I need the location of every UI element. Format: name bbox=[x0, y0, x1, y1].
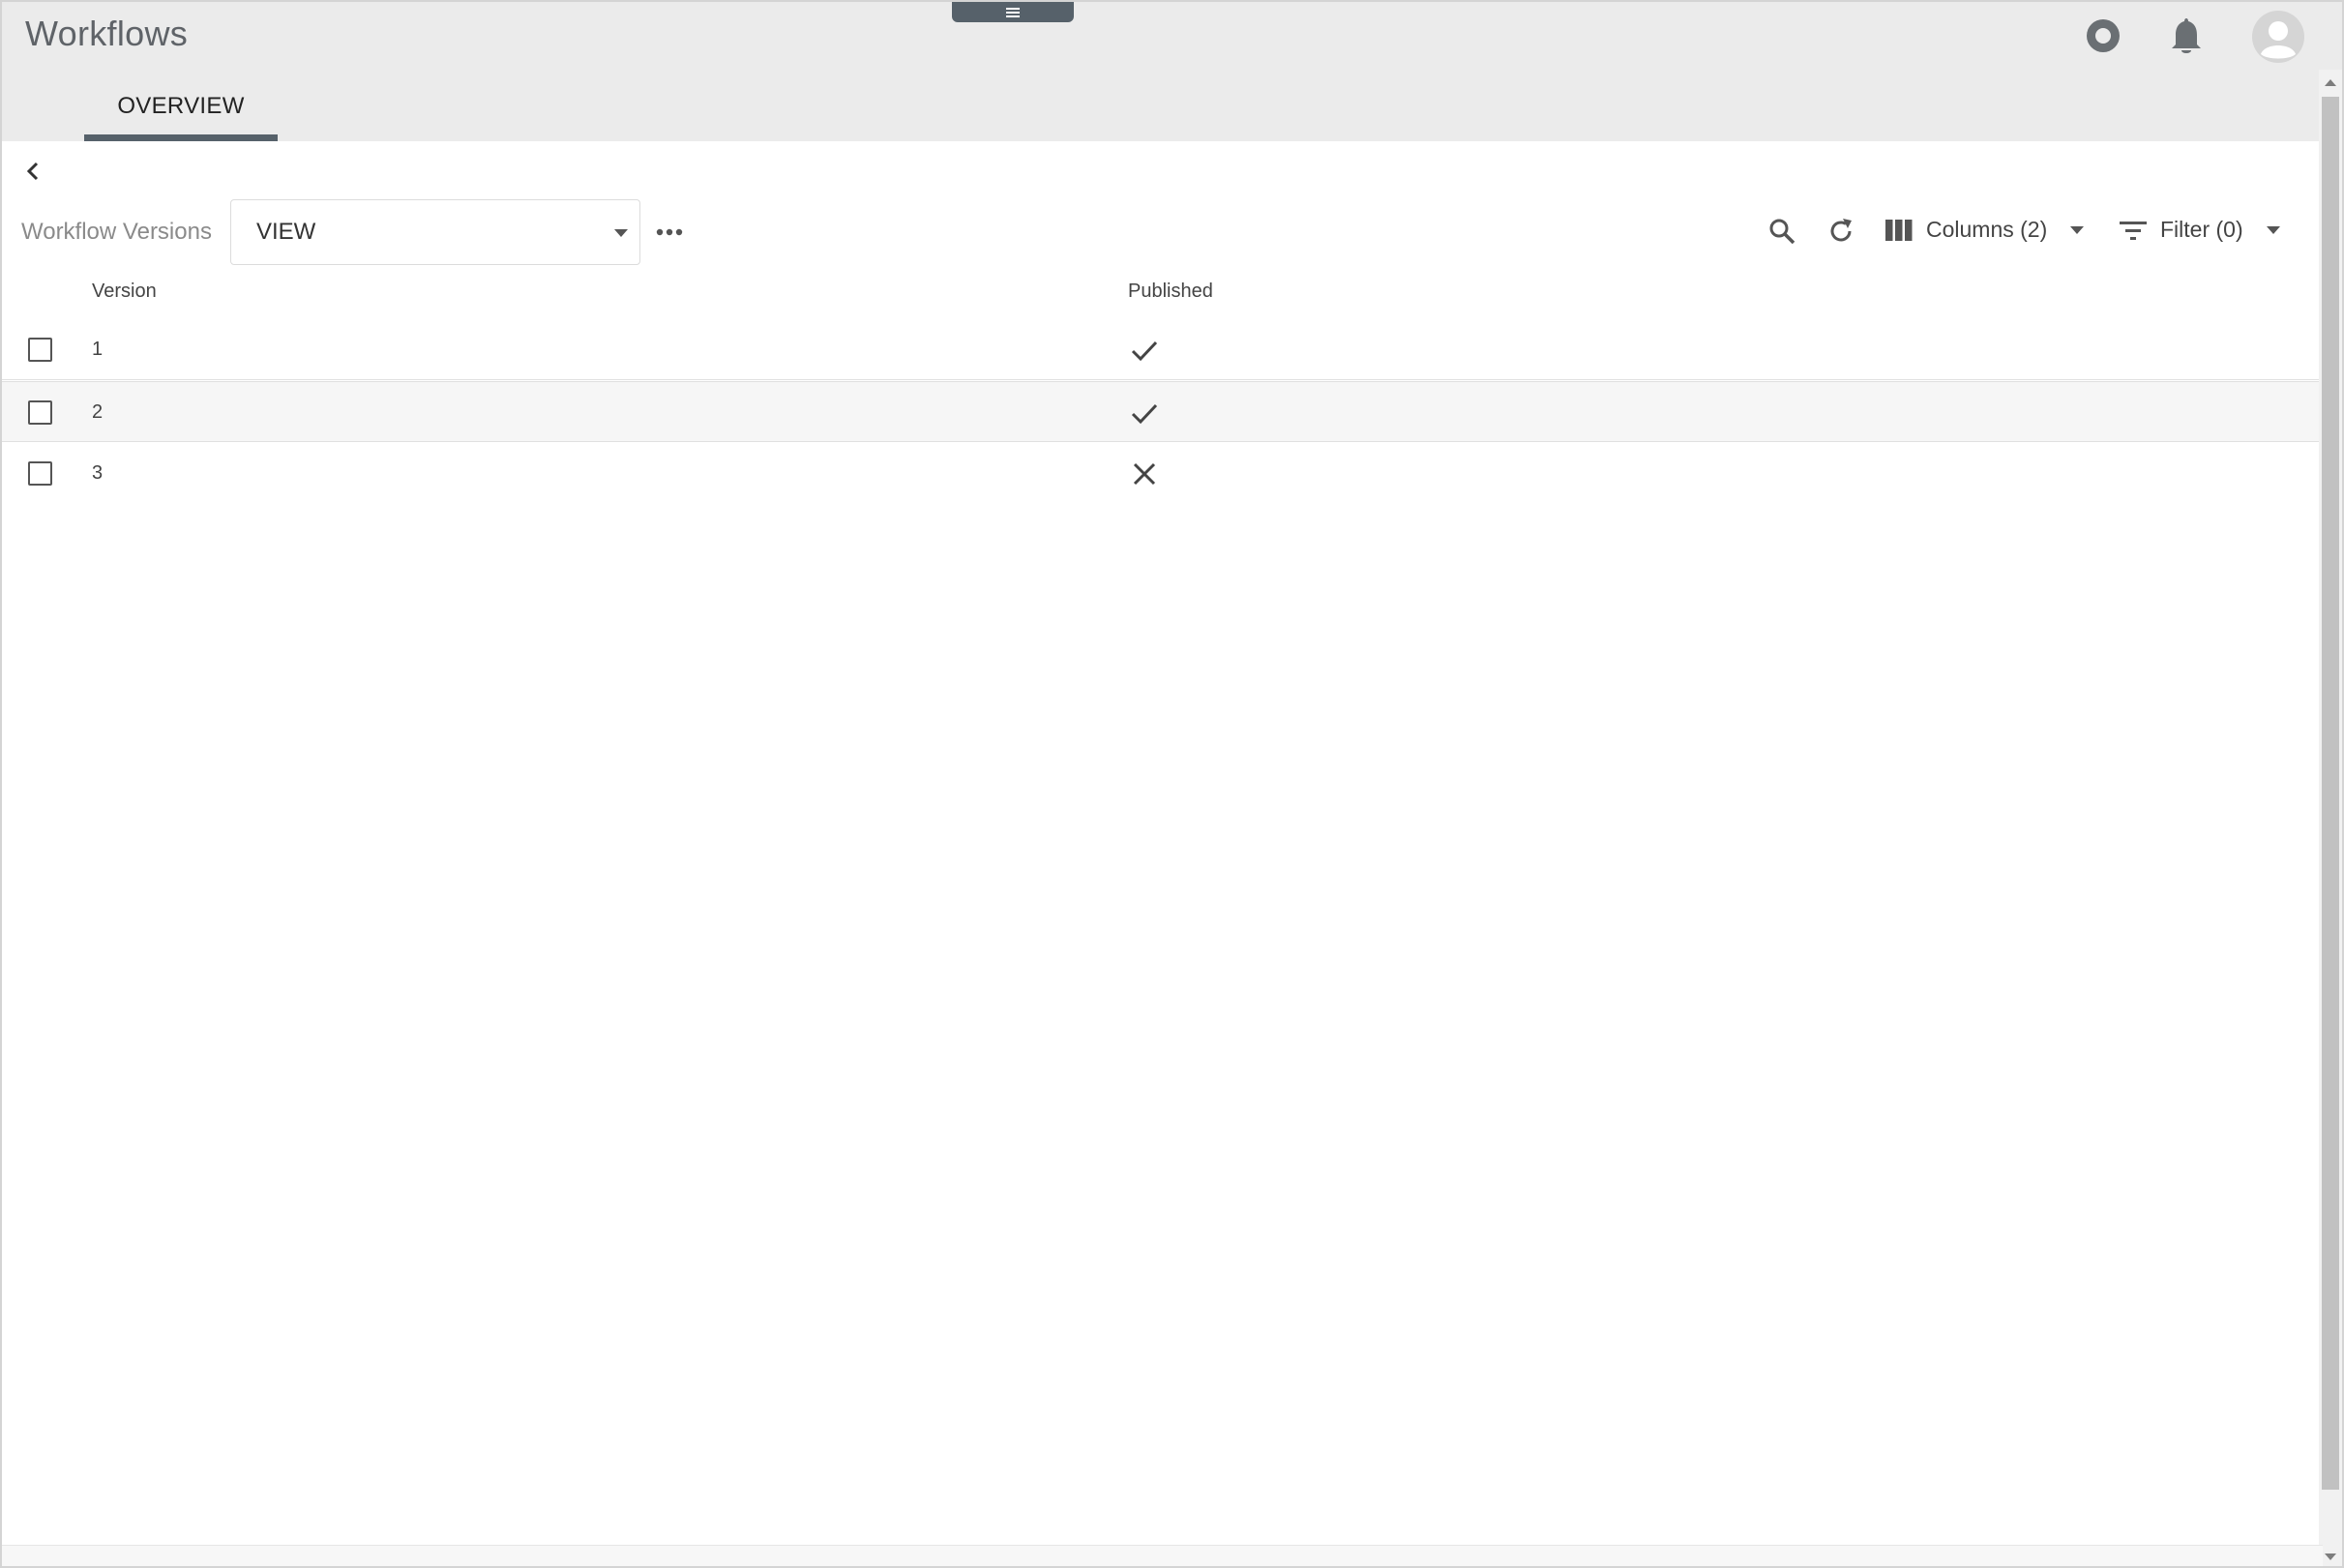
row-checkbox[interactable] bbox=[28, 338, 52, 362]
version-cell: 3 bbox=[92, 462, 104, 484]
bell-icon bbox=[2172, 18, 2201, 53]
app-window: Workflows OVERVIEW Workflow Versions VIE… bbox=[0, 0, 2344, 1568]
tab-overview-label: OVERVIEW bbox=[117, 93, 245, 119]
column-header-published[interactable]: Published bbox=[1128, 281, 1213, 303]
menu-handle[interactable] bbox=[952, 2, 1074, 22]
filter-icon bbox=[2120, 221, 2147, 240]
refresh-button[interactable] bbox=[1826, 217, 1855, 246]
app-header: Workflows OVERVIEW bbox=[2, 2, 2342, 141]
version-cell: 1 bbox=[92, 339, 104, 360]
view-select-value: VIEW bbox=[256, 219, 316, 245]
table-row[interactable]: 3 bbox=[2, 443, 2323, 504]
check-icon bbox=[1131, 340, 1158, 362]
scroll-down-icon[interactable] bbox=[2325, 1553, 2336, 1560]
row-checkbox[interactable] bbox=[28, 400, 52, 425]
record-icon bbox=[2087, 19, 2120, 52]
filter-label: Filter (0) bbox=[2160, 217, 2243, 242]
back-button[interactable] bbox=[21, 157, 45, 186]
user-avatar[interactable] bbox=[2251, 10, 2305, 64]
row-checkbox[interactable] bbox=[28, 461, 52, 486]
list-title: Workflow Versions bbox=[21, 219, 212, 245]
view-columns-icon bbox=[1885, 219, 1913, 241]
more-horizontal-icon bbox=[656, 228, 683, 236]
filter-button[interactable]: Filter (0) bbox=[2120, 217, 2280, 243]
column-header-version[interactable]: Version bbox=[92, 281, 157, 303]
chevron-left-icon bbox=[26, 162, 39, 181]
tab-active-indicator bbox=[84, 134, 278, 141]
notifications-button[interactable] bbox=[2168, 15, 2205, 56]
more-options-button[interactable] bbox=[656, 224, 683, 242]
close-icon bbox=[1133, 462, 1156, 486]
check-icon bbox=[1131, 403, 1158, 425]
table-row[interactable]: 1 bbox=[2, 319, 2323, 380]
record-button[interactable] bbox=[2085, 17, 2121, 54]
caret-down-icon bbox=[614, 229, 628, 237]
caret-down-icon bbox=[2070, 225, 2085, 234]
vertical-scrollbar[interactable] bbox=[2319, 70, 2342, 1566]
search-button[interactable] bbox=[1767, 217, 1796, 246]
search-icon bbox=[1769, 219, 1795, 245]
avatar-icon bbox=[2252, 11, 2304, 63]
tab-overview[interactable]: OVERVIEW bbox=[84, 81, 278, 141]
columns-label: Columns (2) bbox=[1926, 217, 2048, 242]
columns-button[interactable]: Columns (2) bbox=[1885, 217, 2085, 243]
version-cell: 2 bbox=[92, 401, 104, 423]
refresh-icon bbox=[1830, 219, 1852, 242]
app-title: Workflows bbox=[25, 14, 189, 53]
caret-down-icon bbox=[2266, 225, 2280, 234]
view-select[interactable]: VIEW bbox=[230, 199, 640, 265]
table-row[interactable]: 2 bbox=[2, 381, 2323, 442]
scroll-up-icon[interactable] bbox=[2325, 79, 2336, 86]
horizontal-scrollbar[interactable] bbox=[2, 1545, 2323, 1566]
hamburger-icon bbox=[1006, 7, 1020, 17]
scrollbar-thumb[interactable] bbox=[2322, 97, 2339, 1490]
